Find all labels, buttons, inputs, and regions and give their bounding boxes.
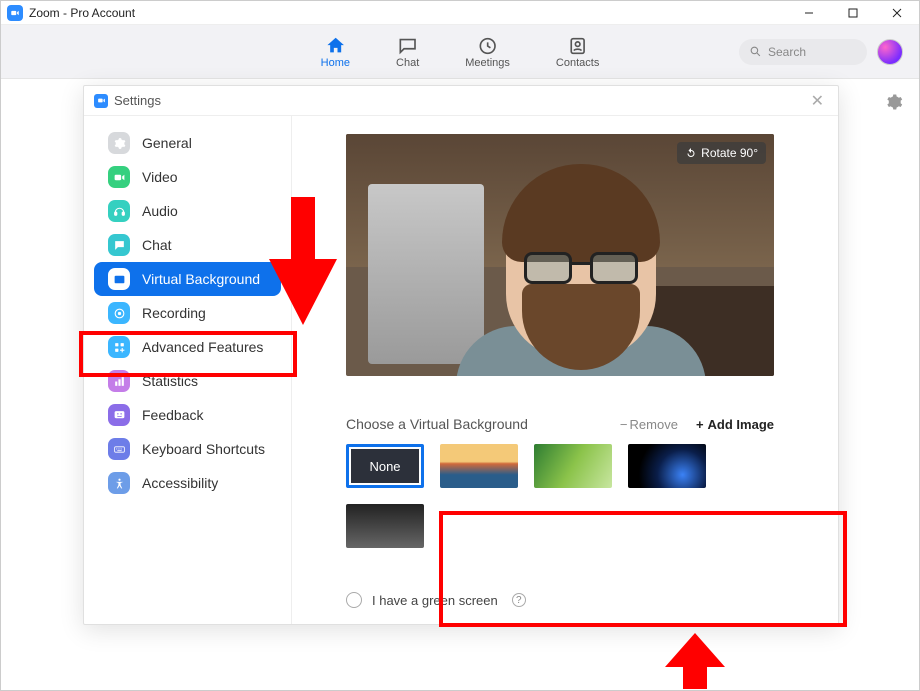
tab-chat-label: Chat [396,57,419,69]
settings-sidebar: General Video Audio Chat Virtual Background R… [84,116,292,624]
remove-image-button[interactable]: − Remove [620,417,678,432]
rotate-label: Rotate 90° [701,146,758,160]
sidebar-item-label: Video [142,169,178,185]
background-thumbnails: None [346,444,774,548]
settings-title: Settings [114,93,161,108]
sidebar-item-label: General [142,135,192,151]
sidebar-item-virtual-background[interactable]: Virtual Background [94,262,281,296]
sidebar-item-label: Keyboard Shortcuts [142,441,265,457]
video-icon [108,166,130,188]
user-avatar[interactable] [877,39,903,65]
tab-home-label: Home [321,57,350,69]
accessibility-icon [108,472,130,494]
chat-icon [397,35,419,57]
add-label: Add Image [708,417,774,432]
bg-thumb-clouds[interactable] [346,504,424,548]
sidebar-item-label: Accessibility [142,475,218,491]
main-topbar: Home Chat Meetings Contacts Search [1,25,919,79]
tab-home[interactable]: Home [321,35,350,69]
sidebar-item-label: Chat [142,237,172,253]
tab-contacts[interactable]: Contacts [556,35,599,69]
window-close-button[interactable] [875,1,919,25]
sidebar-item-label: Feedback [142,407,203,423]
recording-icon [108,302,130,324]
sidebar-item-video[interactable]: Video [94,160,281,194]
settings-gear-button[interactable] [885,93,903,116]
sidebar-item-label: Advanced Features [142,339,263,355]
bg-thumb-none[interactable]: None [346,444,424,488]
bg-thumb-earth[interactable] [628,444,706,488]
window-maximize-button[interactable] [831,1,875,25]
chat-icon [108,234,130,256]
audio-icon [108,200,130,222]
home-icon [324,35,346,57]
sidebar-item-accessibility[interactable]: Accessibility [94,466,281,500]
contacts-icon [567,35,589,57]
search-input[interactable]: Search [739,39,867,65]
rotate-button[interactable]: Rotate 90° [677,142,766,164]
statistics-icon [108,370,130,392]
search-icon [749,45,762,58]
remove-label: Remove [630,417,678,432]
sidebar-item-label: Virtual Background [142,271,260,287]
tab-chat[interactable]: Chat [396,35,419,69]
bg-thumb-bridge[interactable] [440,444,518,488]
window-minimize-button[interactable] [787,1,831,25]
feedback-icon [108,404,130,426]
settings-window: Settings ✕ General Video Audio Chat Virtual … [83,85,839,625]
none-label: None [369,459,400,474]
sidebar-item-label: Statistics [142,373,198,389]
keyboard-shortcuts-icon [108,438,130,460]
window-title: Zoom - Pro Account [29,6,135,20]
sidebar-item-general[interactable]: General [94,126,281,160]
tab-meetings[interactable]: Meetings [465,35,510,69]
sidebar-item-keyboard-shortcuts[interactable]: Keyboard Shortcuts [94,432,281,466]
advanced-features-icon [108,336,130,358]
video-preview: Rotate 90° [346,134,774,376]
general-icon [108,132,130,154]
choose-bg-label: Choose a Virtual Background [346,416,528,432]
virtual-background-icon [108,268,130,290]
sidebar-item-audio[interactable]: Audio [94,194,281,228]
sidebar-item-advanced-features[interactable]: Advanced Features [94,330,281,364]
sidebar-item-chat[interactable]: Chat [94,228,281,262]
sidebar-item-label: Audio [142,203,178,219]
green-screen-checkbox[interactable] [346,592,362,608]
tab-meetings-label: Meetings [465,57,510,69]
sidebar-item-feedback[interactable]: Feedback [94,398,281,432]
add-image-button[interactable]: + Add Image [696,417,774,432]
sidebar-item-label: Recording [142,305,206,321]
settings-close-button[interactable]: ✕ [807,91,828,111]
annotation-arrow-up [663,633,727,689]
window-titlebar: Zoom - Pro Account [1,1,919,25]
sidebar-item-recording[interactable]: Recording [94,296,281,330]
rotate-icon [685,147,697,159]
zoom-app-icon [94,94,108,108]
search-placeholder: Search [768,45,806,59]
help-icon[interactable]: ? [512,593,526,607]
zoom-app-icon [7,5,23,21]
green-screen-label: I have a green screen [372,593,498,608]
bg-thumb-grass[interactable] [534,444,612,488]
tab-contacts-label: Contacts [556,57,599,69]
sidebar-item-statistics[interactable]: Statistics [94,364,281,398]
settings-content: Rotate 90° Choose a Virtual Background −… [292,116,838,624]
clock-icon [477,35,499,57]
